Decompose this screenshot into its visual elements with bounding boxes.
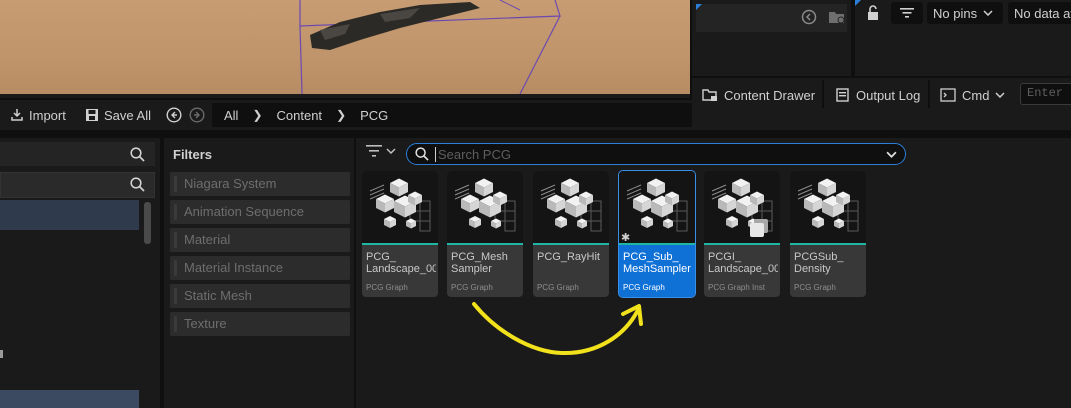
chevron-right-icon: ❯ bbox=[336, 108, 347, 122]
tree-expander[interactable] bbox=[0, 350, 3, 358]
pcg-graph-icon bbox=[533, 171, 609, 243]
filter-static-mesh[interactable]: Static Mesh bbox=[170, 284, 350, 308]
asset-type: PCG Graph Inst bbox=[708, 283, 765, 292]
filters-title: Filters bbox=[173, 147, 213, 162]
editor-status-panel: No pins No data av bbox=[855, 0, 1071, 76]
history-icon[interactable] bbox=[800, 8, 818, 26]
tree-search-box[interactable] bbox=[0, 172, 155, 198]
panel-corner-marker bbox=[855, 0, 861, 6]
cmd-label: Cmd bbox=[962, 87, 990, 103]
arrow-left-circle-icon bbox=[166, 107, 182, 123]
panel-corner-marker bbox=[696, 4, 702, 10]
toolbar-spacer bbox=[692, 110, 1071, 130]
content-drawer-icon bbox=[702, 89, 717, 101]
breadcrumb: All ❯ Content ❯ PCG bbox=[212, 103, 692, 127]
console-command-input[interactable]: Enter Console Command bbox=[1020, 83, 1071, 105]
asset-tile-pcg-rayhit[interactable]: PCG_RayHit PCG Graph bbox=[533, 171, 609, 297]
arrow-right-circle-icon bbox=[189, 107, 205, 123]
pcg-graph-icon bbox=[362, 171, 438, 243]
level-viewport[interactable] bbox=[0, 0, 690, 98]
chevron-right-icon: ❯ bbox=[252, 108, 263, 122]
pcg-graph-icon bbox=[619, 171, 695, 243]
asset-type: PCG Graph bbox=[366, 283, 408, 292]
output-log-button[interactable]: Output Log bbox=[836, 82, 920, 108]
breadcrumb-all[interactable]: All bbox=[224, 108, 238, 123]
filter-lines-icon bbox=[900, 8, 914, 18]
tree-header bbox=[0, 142, 155, 166]
asset-type: PCG Graph bbox=[537, 283, 579, 292]
chevron-down-icon bbox=[386, 148, 396, 154]
breadcrumb-content[interactable]: Content bbox=[277, 108, 323, 123]
asset-type: PCG Graph bbox=[794, 283, 836, 292]
asset-tile-pcg-landscape[interactable]: PCG_ Landscape_00 PCG Graph bbox=[362, 171, 438, 297]
content-drawer-button[interactable]: Content Drawer bbox=[702, 82, 815, 108]
folder-tree-panel bbox=[0, 138, 160, 408]
output-log-label: Output Log bbox=[856, 87, 921, 103]
asset-tile-pcg-sub-mesh-sampler[interactable]: ✱ PCG_Sub_ MeshSampler PCG Graph bbox=[618, 170, 696, 298]
search-icon bbox=[415, 147, 429, 161]
pcg-graph-instance-icon bbox=[704, 171, 780, 243]
viewport-scene bbox=[299, 0, 561, 95]
unlock-icon[interactable] bbox=[865, 4, 881, 22]
asset-name: PCG_ Landscape_00 bbox=[366, 251, 436, 275]
asset-name: PCG_Mesh Sampler bbox=[451, 251, 508, 275]
import-label: Import bbox=[29, 107, 66, 123]
asset-tile-pcgi-landscape[interactable]: PCGI_ Landscape_00 PCG Graph Inst bbox=[704, 171, 780, 297]
asset-name: PCG_Sub_ MeshSampler bbox=[623, 251, 691, 275]
save-icon bbox=[86, 109, 98, 121]
filter-texture[interactable]: Texture bbox=[170, 312, 350, 336]
tree-scrollbar[interactable] bbox=[144, 202, 151, 244]
data-dropdown-label: No data av bbox=[1014, 5, 1071, 21]
chevron-down-icon[interactable] bbox=[886, 151, 897, 158]
chevron-down-icon bbox=[983, 10, 993, 16]
filter-options-button[interactable] bbox=[891, 2, 923, 24]
save-all-label: Save All bbox=[104, 107, 151, 123]
save-all-button[interactable]: Save All bbox=[85, 105, 151, 125]
folder-icon[interactable] bbox=[828, 8, 846, 26]
asset-tile-pcgsub-density[interactable]: PCGSub_ Density PCG Graph bbox=[790, 171, 866, 297]
filter-animation-sequence[interactable]: Animation Sequence bbox=[170, 200, 350, 224]
filter-lines-icon bbox=[366, 145, 382, 157]
pins-dropdown-label: No pins bbox=[933, 5, 978, 21]
asset-view: Search PCG PCG_ Landscape_00 PCG Graph P… bbox=[356, 138, 1071, 408]
content-browser-toolbar: Import Save All All ❯ Content ❯ PCG bbox=[0, 100, 692, 130]
status-bar: Content Drawer Output Log Cmd Enter Cons… bbox=[692, 78, 1071, 110]
cmd-dropdown[interactable]: Cmd bbox=[940, 82, 1005, 108]
asset-type: PCG Graph bbox=[623, 283, 665, 292]
pins-dropdown[interactable]: No pins bbox=[927, 2, 1003, 24]
import-button[interactable]: Import bbox=[10, 105, 66, 125]
asset-name: PCGI_ Landscape_00 bbox=[708, 251, 778, 275]
tree-row-highlight[interactable] bbox=[0, 390, 139, 408]
pcg-graph-icon bbox=[790, 171, 866, 243]
filter-material[interactable]: Material bbox=[170, 228, 350, 252]
pcg-graph-icon bbox=[447, 171, 523, 243]
content-drawer-label: Content Drawer bbox=[724, 87, 816, 103]
asset-name: PCG_RayHit bbox=[537, 251, 600, 263]
filters-panel: Filters Niagara System Animation Sequenc… bbox=[164, 138, 354, 408]
search-icon bbox=[130, 177, 145, 192]
asset-tile-pcg-mesh-sampler[interactable]: PCG_Mesh Sampler PCG Graph bbox=[447, 171, 523, 297]
chevron-down-icon bbox=[995, 92, 1005, 98]
import-icon bbox=[11, 109, 23, 121]
search-placeholder: Search PCG bbox=[435, 146, 880, 162]
forward-button[interactable] bbox=[189, 105, 205, 125]
asset-search-input[interactable]: Search PCG bbox=[406, 143, 906, 165]
filter-niagara-system[interactable]: Niagara System bbox=[170, 172, 350, 196]
filter-material-instance[interactable]: Material Instance bbox=[170, 256, 350, 280]
details-toolbar-panel bbox=[692, 0, 853, 76]
breadcrumb-pcg[interactable]: PCG bbox=[360, 108, 388, 123]
search-icon[interactable] bbox=[130, 147, 145, 162]
asset-name: PCGSub_ Density bbox=[794, 251, 844, 275]
tree-row-selected[interactable] bbox=[0, 200, 139, 230]
data-dropdown[interactable]: No data av bbox=[1008, 2, 1071, 24]
filter-toggle-button[interactable] bbox=[366, 145, 396, 157]
asset-type: PCG Graph bbox=[451, 283, 493, 292]
terminal-icon bbox=[940, 88, 956, 102]
unsaved-star-icon: ✱ bbox=[621, 232, 631, 244]
output-log-icon bbox=[836, 88, 849, 102]
back-button[interactable] bbox=[166, 105, 182, 125]
